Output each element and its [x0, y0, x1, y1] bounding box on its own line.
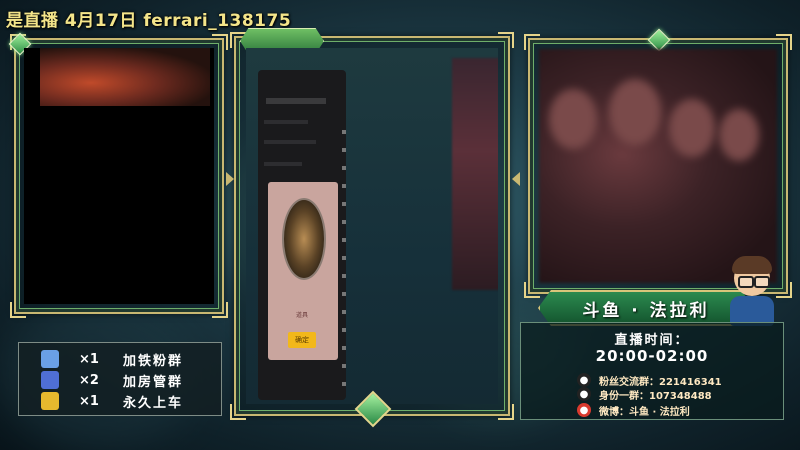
gift-row: ×1 永久上车	[19, 391, 221, 411]
avatar-glasses-icon	[754, 276, 770, 288]
item-artwork	[282, 198, 326, 280]
phone-header-bar	[266, 98, 326, 104]
phone-row	[264, 140, 316, 144]
gift-row: ×2 加房管群	[19, 370, 221, 390]
chevron-right-icon	[226, 172, 234, 186]
phone-capture-frame: 道具 确定	[230, 28, 514, 420]
schedule-label: 直播时间：	[614, 333, 690, 348]
green-gem-icon	[647, 28, 671, 52]
stream-title-banner: 是直播 4月17日 ferrari_138175	[6, 11, 292, 31]
frame-corner	[212, 34, 228, 50]
blurred-camera-strip	[452, 58, 498, 290]
confirm-button[interactable]: 确定	[288, 332, 316, 348]
side-dot-icon	[342, 382, 346, 386]
frame-corner	[524, 282, 540, 298]
gift-icon-1	[41, 350, 59, 368]
identity-group-text: 身份一群：107348488	[599, 391, 712, 402]
fan-group-text: 粉丝交流群：221416341	[599, 377, 722, 388]
phone-side-icons	[342, 130, 346, 400]
gift-rewards-panel: ×1 加铁粉群 ×2 加房管群 ×1 永久上车	[18, 342, 222, 416]
frame-corner	[776, 34, 792, 50]
side-dot-icon	[342, 202, 346, 206]
streamer-camera-feed	[539, 49, 777, 283]
schedule-time: 20:00-02:00	[595, 347, 709, 365]
qq-icon: ●	[577, 387, 591, 401]
frame-corner	[498, 404, 514, 420]
side-dot-icon	[342, 238, 346, 242]
blurred-face	[609, 79, 661, 145]
gift-row: ×1 加铁粉群	[19, 349, 221, 369]
side-dot-icon	[342, 346, 346, 350]
frame-corner	[10, 302, 26, 318]
gift-count: ×1	[79, 393, 99, 409]
side-dot-icon	[342, 256, 346, 260]
phone-capture-content: 道具 确定	[246, 48, 498, 404]
blurred-face	[669, 99, 715, 157]
avatar-hair	[732, 256, 772, 274]
blurred-face	[719, 109, 759, 161]
phone-screen: 道具 确定	[258, 70, 346, 400]
frame-corner	[212, 302, 228, 318]
phone-row	[264, 162, 302, 166]
frame-corner	[230, 404, 246, 420]
blurred-face	[549, 89, 597, 149]
streamer-name-banner: 斗鱼 · 法拉利	[538, 290, 754, 326]
side-dot-icon	[342, 274, 346, 278]
qq-icon: ●	[577, 373, 591, 387]
avatar-glasses-icon	[738, 276, 754, 288]
phone-row	[264, 120, 308, 124]
chevron-left-icon	[512, 172, 520, 186]
gift-count: ×1	[79, 351, 99, 367]
item-popup-text: 道具	[296, 312, 309, 319]
gift-label: 加房管群	[123, 374, 184, 390]
side-dot-icon	[342, 184, 346, 188]
side-dot-icon	[342, 166, 346, 170]
gift-count: ×2	[79, 372, 99, 388]
side-dot-icon	[342, 310, 346, 314]
left-camera-frame	[8, 32, 228, 318]
stream-info-panel: 直播时间： 20:00-02:00 ● 粉丝交流群：221416341 ● 身份…	[520, 322, 784, 420]
weibo-text: 微博：斗鱼 · 法拉利	[599, 407, 690, 418]
side-dot-icon	[342, 364, 346, 368]
gift-icon-3	[41, 392, 59, 410]
gift-label: 永久上车	[123, 395, 184, 411]
side-dot-icon	[342, 292, 346, 296]
gift-label: 加铁粉群	[123, 353, 184, 369]
side-dot-icon	[342, 148, 346, 152]
fire-artwork	[40, 48, 210, 106]
item-popup: 道具 确定	[268, 182, 338, 360]
side-dot-icon	[342, 130, 346, 134]
side-dot-icon	[342, 328, 346, 332]
left-camera-screen	[24, 48, 214, 304]
cartoon-avatar	[726, 256, 778, 326]
weibo-icon: ●	[577, 403, 591, 417]
frame-corner	[498, 32, 514, 48]
frame-corner	[524, 34, 540, 50]
gift-icon-2	[41, 371, 59, 389]
frame-corner	[776, 282, 792, 298]
side-dot-icon	[342, 220, 346, 224]
